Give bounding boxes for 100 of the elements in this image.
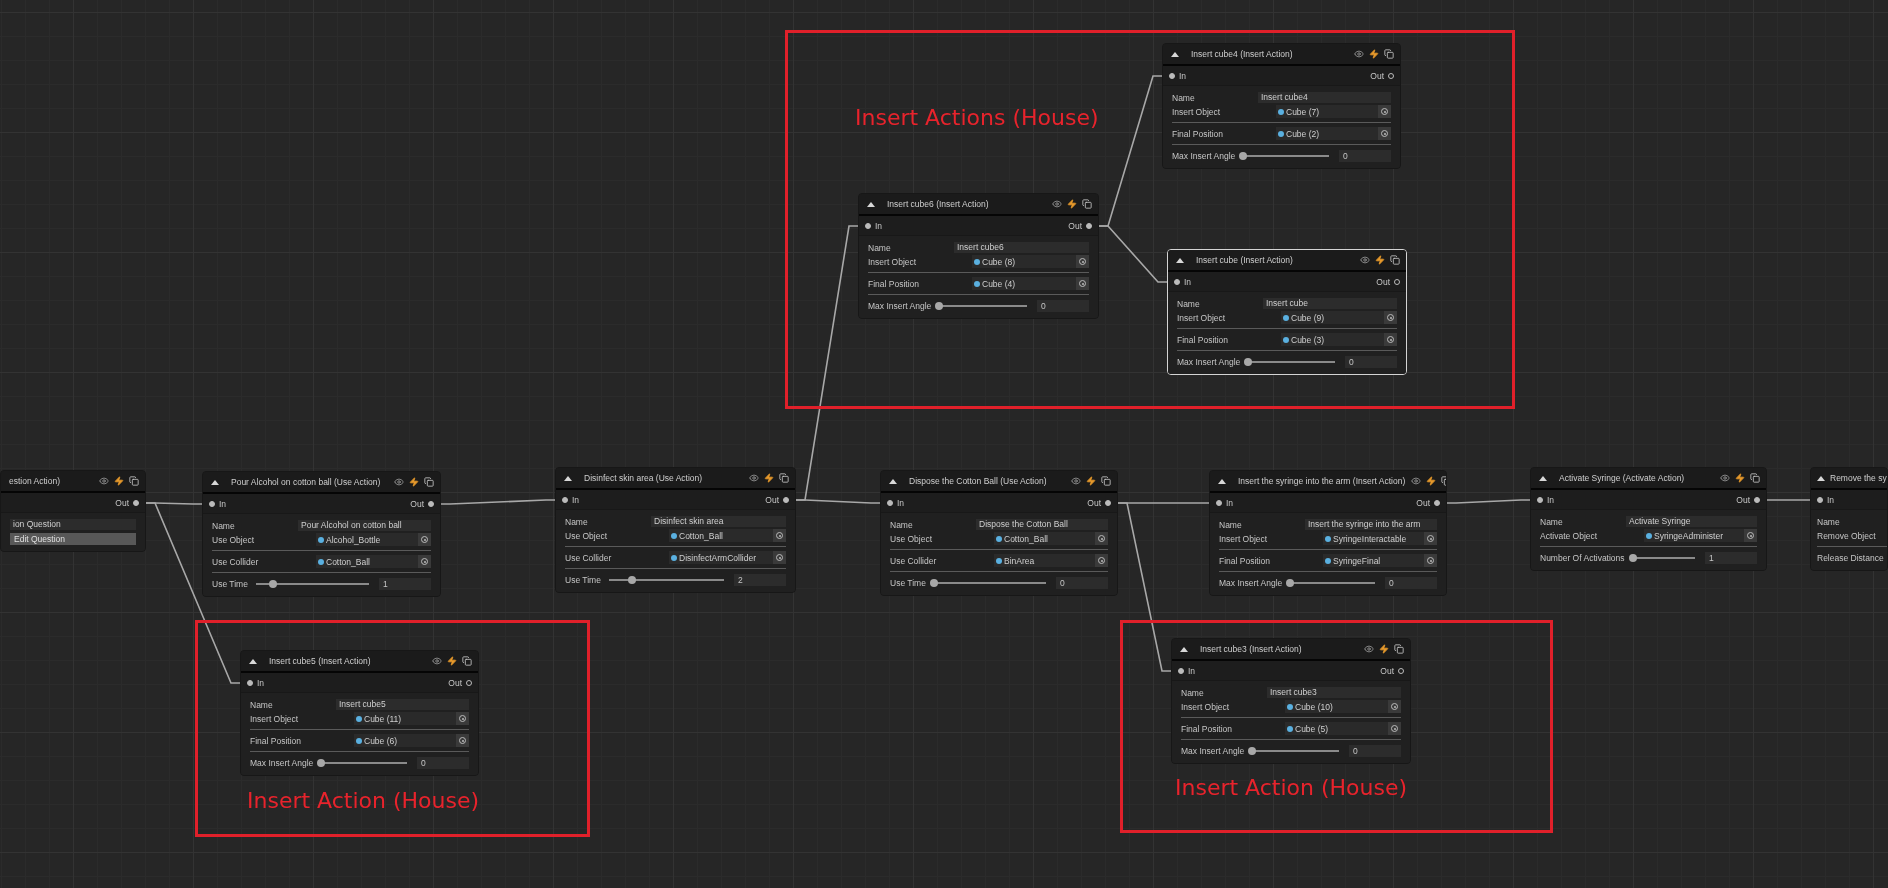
- text-field[interactable]: Insert cube4: [1258, 92, 1391, 103]
- bolt-icon[interactable]: [447, 656, 457, 666]
- target-icon[interactable]: [1384, 333, 1397, 346]
- object-field[interactable]: Cube (8): [972, 255, 1089, 268]
- bolt-icon[interactable]: [1067, 199, 1077, 209]
- value-field[interactable]: 1: [1705, 551, 1757, 564]
- caret-icon[interactable]: [1539, 475, 1547, 481]
- out-port-icon[interactable]: [783, 496, 789, 503]
- text-field[interactable]: Insert cube6: [954, 242, 1089, 253]
- eye-icon[interactable]: [99, 476, 109, 486]
- caret-icon[interactable]: [211, 479, 219, 485]
- text-field[interactable]: Insert cube: [1263, 298, 1397, 309]
- eye-icon[interactable]: [1411, 476, 1422, 486]
- out-port-icon[interactable]: [1105, 499, 1111, 506]
- target-icon[interactable]: [456, 712, 469, 725]
- bolt-icon[interactable]: [1426, 476, 1437, 486]
- out-port-icon[interactable]: [133, 499, 139, 506]
- caret-icon[interactable]: [1180, 646, 1188, 652]
- eye-icon[interactable]: [432, 656, 442, 666]
- slider-thumb[interactable]: [1248, 746, 1257, 755]
- out-port-icon[interactable]: [428, 500, 434, 507]
- out-port-icon[interactable]: [1754, 496, 1760, 503]
- in-port-icon[interactable]: [1169, 72, 1175, 79]
- copy-icon[interactable]: [462, 656, 472, 666]
- target-icon[interactable]: [773, 529, 786, 542]
- target-icon[interactable]: [1744, 529, 1757, 542]
- in-port-icon[interactable]: [1174, 278, 1180, 285]
- in-port-icon[interactable]: [1537, 496, 1543, 503]
- bolt-icon[interactable]: [1375, 255, 1385, 265]
- eye-icon[interactable]: [394, 477, 404, 487]
- caret-icon[interactable]: [564, 475, 572, 481]
- out-port-icon[interactable]: [1434, 499, 1440, 506]
- in-port-icon[interactable]: [887, 499, 893, 506]
- value-field[interactable]: 0: [1349, 744, 1401, 757]
- target-icon[interactable]: [773, 551, 786, 564]
- object-field[interactable]: Cotton_Ball: [994, 532, 1108, 545]
- bolt-icon[interactable]: [1086, 476, 1096, 486]
- in-port-icon[interactable]: [562, 496, 568, 503]
- object-field[interactable]: Cube (2): [1276, 127, 1391, 140]
- slider-thumb[interactable]: [627, 575, 636, 584]
- target-icon[interactable]: [418, 533, 431, 546]
- in-port-icon[interactable]: [1817, 496, 1823, 503]
- node-card[interactable]: Pour Alcohol on cotton ball (Use Action) In Out Name Pour Alcohol on cotton ball Use Object Alcohol_Bottle Use Collider Cotton_Ball Use Time 1: [202, 471, 441, 597]
- slider-thumb[interactable]: [268, 579, 277, 588]
- slider-track[interactable]: [1632, 556, 1695, 559]
- slider-thumb[interactable]: [929, 578, 938, 587]
- slider-track[interactable]: [255, 582, 369, 585]
- eye-icon[interactable]: [1720, 473, 1730, 483]
- copy-icon[interactable]: [1082, 199, 1092, 209]
- object-field[interactable]: Cotton_Ball: [669, 529, 786, 542]
- caret-icon[interactable]: [1171, 51, 1179, 57]
- target-icon[interactable]: [456, 734, 469, 747]
- value-field[interactable]: 0: [1385, 576, 1437, 589]
- eye-icon[interactable]: [749, 473, 759, 483]
- target-icon[interactable]: [1388, 722, 1401, 735]
- object-field[interactable]: Cube (9): [1281, 311, 1397, 324]
- text-field[interactable]: Activate Syringe: [1626, 516, 1757, 527]
- value-field[interactable]: 0: [417, 756, 469, 769]
- copy-icon[interactable]: [1390, 255, 1400, 265]
- caret-icon[interactable]: [1817, 475, 1825, 481]
- caret-icon[interactable]: [1218, 478, 1226, 484]
- node-card[interactable]: Disinfect skin area (Use Action) In Out Name Disinfect skin area Use Object Cotton_Ball Use Collider DisinfectArmCollider Use Time 2: [555, 467, 796, 593]
- bolt-icon[interactable]: [409, 477, 419, 487]
- target-icon[interactable]: [1424, 554, 1437, 567]
- value-field[interactable]: 0: [1345, 355, 1397, 368]
- slider-thumb[interactable]: [317, 758, 326, 767]
- node-card[interactable]: Insert cube6 (Insert Action) In Out Name Insert cube6 Insert Object Cube (8) Final Position Cube (4) Max Insert Angle 0: [858, 193, 1099, 319]
- node-card[interactable]: Activate Syringe (Activate Action) In Out Name Activate Syringe Activate Object SyringeAdminister Number Of Activations 1: [1530, 467, 1767, 571]
- object-field[interactable]: Cotton_Ball: [316, 555, 431, 568]
- slider-thumb[interactable]: [935, 301, 944, 310]
- object-field[interactable]: Cube (3): [1281, 333, 1397, 346]
- object-field[interactable]: Cube (10): [1285, 700, 1401, 713]
- target-icon[interactable]: [1378, 127, 1391, 140]
- copy-icon[interactable]: [779, 473, 789, 483]
- value-field[interactable]: 2: [734, 573, 786, 586]
- copy-icon[interactable]: [1101, 476, 1111, 486]
- copy-icon[interactable]: [424, 477, 434, 487]
- bolt-icon[interactable]: [1369, 49, 1379, 59]
- eye-icon[interactable]: [1052, 199, 1062, 209]
- node-card[interactable]: Insert the syringe into the arm (Insert Action) In Out Name Insert the syringe into the arm Insert Object SyringeInteractable Final Position SyringeFinal Max Insert Angle 0: [1209, 470, 1447, 596]
- value-field[interactable]: 0: [1037, 299, 1089, 312]
- slider-thumb[interactable]: [1244, 357, 1253, 366]
- text-field[interactable]: Insert cube3: [1267, 687, 1401, 698]
- text-field[interactable]: Insert cube5: [336, 699, 469, 710]
- slider-thumb[interactable]: [1286, 578, 1295, 587]
- object-field[interactable]: Cube (6): [354, 734, 469, 747]
- text-field[interactable]: Pour Alcohol on cotton ball: [298, 520, 431, 531]
- object-field[interactable]: Cube (5): [1285, 722, 1401, 735]
- eye-icon[interactable]: [1071, 476, 1081, 486]
- text-field[interactable]: ion Question: [10, 519, 136, 530]
- slider-thumb[interactable]: [1628, 553, 1637, 562]
- edit-question-button[interactable]: Edit Question: [10, 532, 136, 545]
- node-card[interactable]: Insert cube5 (Insert Action) In Out Name Insert cube5 Insert Object Cube (11) Final Position Cube (6) Max Insert Angle 0: [240, 650, 479, 776]
- in-port-icon[interactable]: [247, 679, 253, 686]
- caret-icon[interactable]: [867, 201, 875, 207]
- copy-icon[interactable]: [129, 476, 139, 486]
- in-port-icon[interactable]: [865, 222, 871, 229]
- in-port-icon[interactable]: [1178, 667, 1184, 674]
- target-icon[interactable]: [1424, 532, 1437, 545]
- target-icon[interactable]: [1095, 532, 1108, 545]
